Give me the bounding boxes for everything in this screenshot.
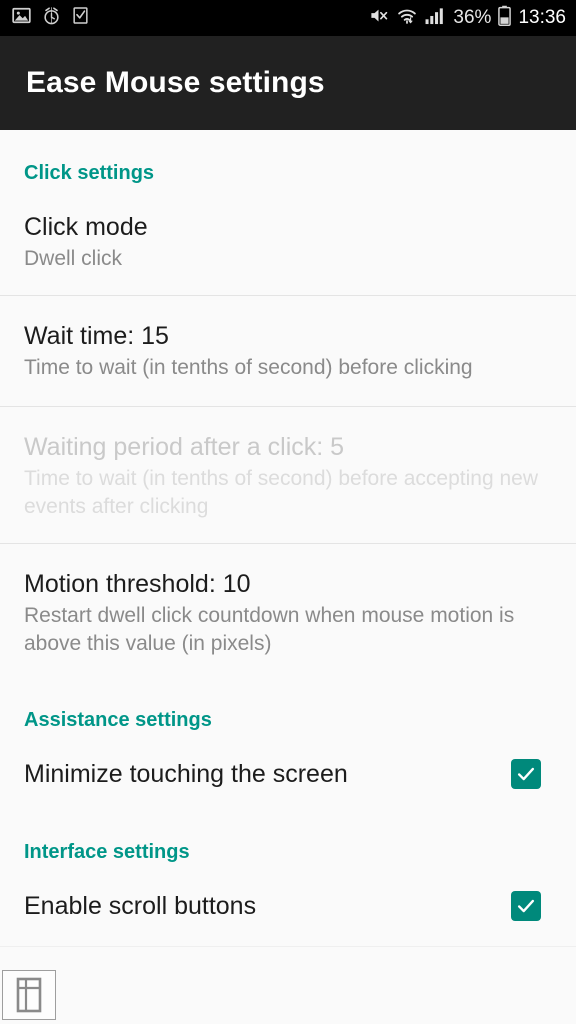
alarm-icon: [42, 6, 61, 31]
wifi-icon: [396, 6, 418, 30]
section-header-interface-settings: Interface settings: [24, 841, 190, 863]
pref-wait-time-summary: Time to wait (in tenths of second) befor…: [24, 356, 473, 379]
pref-waiting-period-after-click-summary: Time to wait (in tenths of second) befor…: [24, 467, 538, 518]
mute-icon: [368, 6, 389, 30]
task-checkbox-icon: [72, 6, 89, 30]
page-title: Ease Mouse settings: [26, 66, 325, 99]
pref-enable-scroll-buttons[interactable]: Enable scroll buttons: [0, 886, 576, 946]
app-toolbar: Ease Mouse settings: [0, 36, 576, 130]
pref-wait-time-title: Wait time: 15: [24, 322, 169, 350]
pref-click-mode-title: Click mode: [24, 213, 148, 241]
floating-overlay-button[interactable]: [2, 970, 56, 1020]
window-panes-icon: [16, 977, 42, 1013]
pref-click-mode-summary: Dwell click: [24, 247, 123, 270]
settings-list: Click settings Click mode Dwell click Wa…: [0, 130, 576, 947]
pref-minimize-touching-screen[interactable]: Minimize touching the screen: [0, 754, 576, 814]
check-icon: [517, 899, 535, 913]
section-header-click-settings: Click settings: [24, 162, 155, 184]
pref-enable-scroll-buttons-title: Enable scroll buttons: [24, 892, 257, 920]
status-bar: 36% 13:36: [0, 0, 576, 36]
pref-motion-threshold-title: Motion threshold: 10: [24, 570, 251, 598]
pref-waiting-period-after-click-title: Waiting period after a click: 5: [24, 433, 345, 461]
pref-motion-threshold[interactable]: Motion threshold: 10 Restart dwell click…: [0, 544, 576, 680]
checkbox-enable-scroll-buttons[interactable]: [511, 891, 541, 921]
section-header-assistance-settings: Assistance settings: [24, 709, 212, 731]
pref-minimize-touching-screen-title: Minimize touching the screen: [24, 760, 348, 788]
pref-waiting-period-after-click: Waiting period after a click: 5 Time to …: [0, 407, 576, 543]
divider: [0, 946, 576, 947]
status-clock: 13:36: [518, 7, 566, 28]
status-bar-left-icons: [12, 6, 89, 31]
image-icon: [12, 6, 31, 30]
battery-icon: [498, 5, 512, 31]
checkbox-minimize-touching-screen[interactable]: [511, 759, 541, 789]
status-bar-right-icons: 36% 13:36: [368, 5, 566, 31]
pref-wait-time[interactable]: Wait time: 15 Time to wait (in tenths of…: [0, 296, 576, 406]
pref-click-mode[interactable]: Click mode Dwell click: [0, 207, 576, 295]
battery-percent-label: 36%: [453, 7, 492, 28]
pref-motion-threshold-summary: Restart dwell click countdown when mouse…: [24, 604, 515, 655]
check-icon: [517, 767, 535, 781]
signal-icon: [425, 6, 446, 30]
